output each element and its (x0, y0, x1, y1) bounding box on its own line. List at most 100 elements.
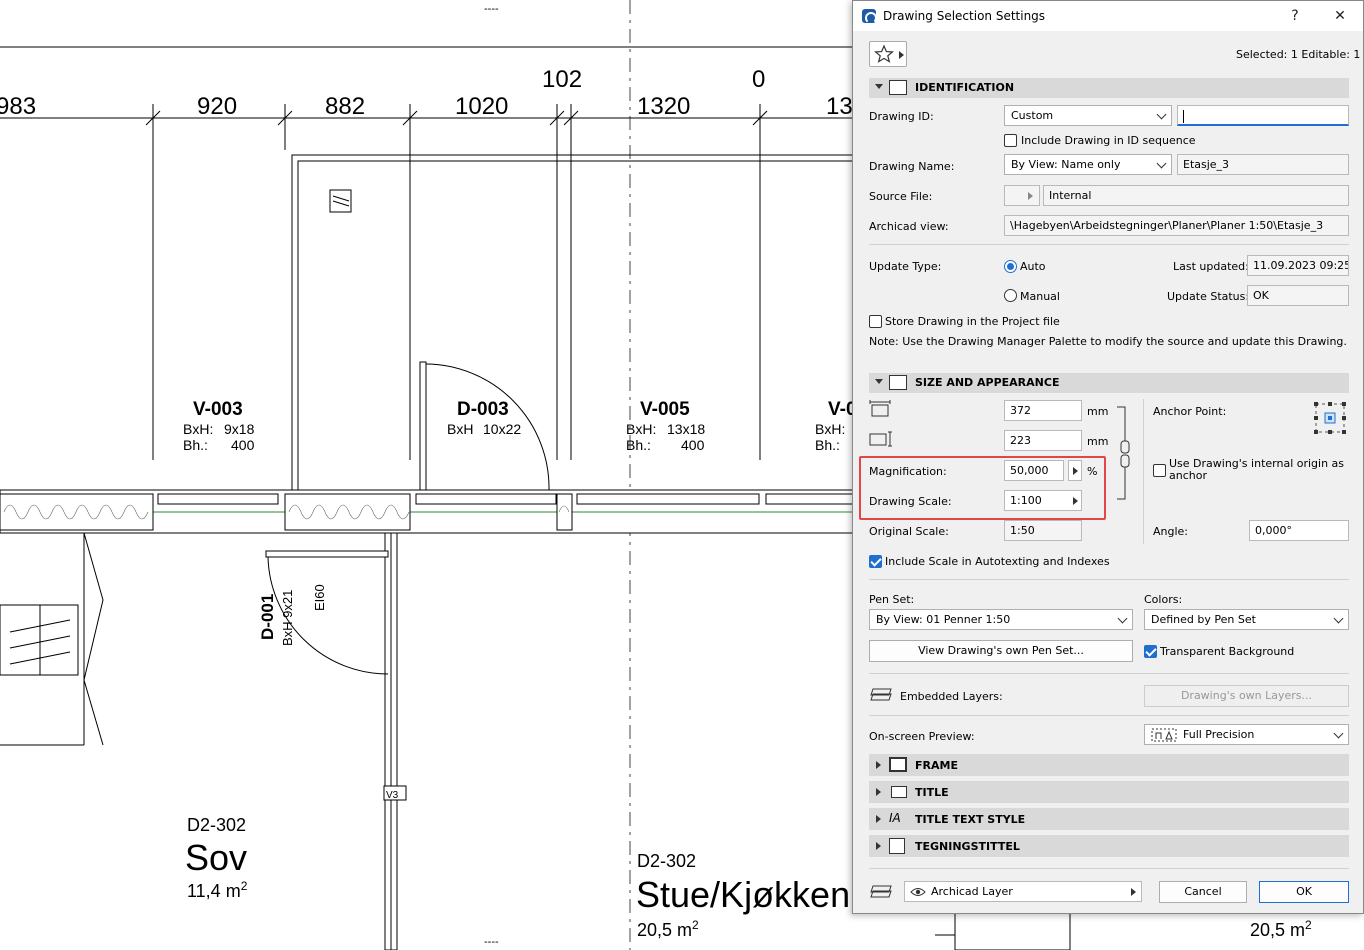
source-file-button[interactable] (1004, 185, 1040, 206)
expand-arrow-icon (876, 815, 881, 823)
onscreen-preview-value: Full Precision (1183, 728, 1255, 741)
update-manual-radio[interactable] (1004, 289, 1017, 302)
vertical-divider (1143, 399, 1144, 544)
archicad-app-icon (862, 9, 877, 24)
room-code-sov: D2-302 (187, 815, 246, 835)
include-scale-label: Include Scale in Autotexting and Indexes (885, 555, 1110, 568)
height-input[interactable]: 223 (1004, 430, 1082, 451)
include-scale-checkbox[interactable] (869, 555, 882, 568)
chevron-down-icon (1156, 109, 1167, 120)
door-d001-bxh: BxH 9x21 (280, 590, 295, 646)
favorites-arrow-icon (899, 51, 904, 59)
width-icon (869, 400, 891, 417)
door-label-d003: D-003 (457, 399, 509, 420)
window-v003-bh-label: Bh.: (183, 437, 208, 453)
window-v005-bxh: 13x18 (667, 421, 705, 437)
drawings-own-layers-button[interactable]: Drawing's own Layers... (1144, 685, 1349, 707)
width-unit: mm (1087, 405, 1109, 418)
help-button[interactable]: ? (1281, 4, 1309, 28)
frame-section-header[interactable]: FRAME (869, 754, 1349, 776)
svg-text:11,4 m2: 11,4 m2 (187, 879, 248, 901)
size-appearance-section-header[interactable]: SIZE AND APPEARANCE (869, 373, 1349, 393)
original-scale-field: 1:50 (1004, 520, 1082, 541)
room-name-sov: Sov (185, 837, 247, 878)
view-pen-set-button[interactable]: View Drawing's own Pen Set... (869, 640, 1133, 662)
drawing-id-mode-value: Custom (1011, 109, 1054, 122)
title-text-style-section-header[interactable]: IA TITLE TEXT STYLE (869, 808, 1349, 830)
expand-arrow-icon (876, 788, 881, 796)
layer-select[interactable]: Archicad Layer (904, 881, 1142, 902)
dimension-983: 983 (0, 93, 36, 120)
preview-icon (1151, 728, 1177, 742)
update-status-field: OK (1247, 285, 1349, 306)
close-button[interactable]: ✕ (1326, 4, 1354, 28)
drawing-manager-note: Note: Use the Drawing Manager Palette to… (869, 335, 1347, 348)
dimension-1320: 1320 (637, 93, 690, 120)
anchor-point-picker[interactable] (1313, 401, 1347, 435)
identification-section-header[interactable]: IDENTIFICATION (869, 78, 1349, 98)
title-section-header[interactable]: TITLE (869, 781, 1349, 803)
drawing-id-input[interactable] (1177, 105, 1349, 126)
drawing-name-mode-select[interactable]: By View: Name only (1004, 154, 1172, 175)
include-in-sequence-checkbox[interactable] (1004, 134, 1017, 147)
last-updated-label: Last updated: (1173, 260, 1249, 273)
dimension-920: 920 (197, 93, 237, 120)
room-name-stue: Stue/Kjøkken (636, 874, 850, 915)
room-area-right-sup: 2 (1305, 918, 1312, 932)
update-manual-label: Manual (1020, 290, 1060, 303)
chevron-down-icon (1156, 158, 1167, 169)
embedded-layers-label: Embedded Layers: (900, 690, 1003, 703)
window-v003-bh: 400 (231, 437, 255, 453)
favorites-button[interactable] (869, 41, 907, 67)
tegningstittel-section-header[interactable]: TEGNINGSTITTEL (869, 835, 1349, 857)
tegningstittel-title: TEGNINGSTITTEL (915, 840, 1020, 853)
room-area-right: 20,5 m (1250, 920, 1305, 940)
selection-count: Selected: 1 Editable: 1 (1236, 48, 1361, 61)
link-chain-icon[interactable] (1115, 405, 1133, 501)
door-d001-rating: EI60 (312, 584, 327, 611)
top-marker: ---- (484, 3, 499, 15)
layer-icon (870, 885, 892, 898)
store-drawing-checkbox[interactable] (869, 315, 882, 328)
separator (869, 868, 1349, 869)
chevron-down-icon (1333, 613, 1344, 624)
window-v005-bh: 400 (681, 437, 705, 453)
colors-value: Defined by Pen Set (1151, 613, 1256, 626)
drawing-id-label: Drawing ID: (869, 110, 934, 123)
onscreen-preview-select[interactable]: Full Precision (1144, 724, 1349, 745)
archicad-view-path: \Hagebyen\Arbeidstegninger\Planer\Planer… (1004, 215, 1349, 236)
dimension-13: 13 (826, 93, 853, 120)
angle-input[interactable]: 0,000° (1249, 520, 1349, 541)
width-input[interactable]: 372 (1004, 400, 1082, 421)
internal-origin-checkbox[interactable] (1153, 464, 1166, 477)
archicad-view-label: Archicad view: (869, 220, 949, 233)
separator (869, 715, 1349, 716)
cancel-button[interactable]: Cancel (1159, 881, 1247, 903)
title-text-style-title: TITLE TEXT STYLE (915, 813, 1026, 826)
title-bar[interactable]: Drawing Selection Settings ? ✕ (853, 1, 1363, 31)
window-v005-bxh-label: BxH: (626, 421, 656, 437)
transparent-background-checkbox[interactable] (1144, 645, 1157, 658)
window-v003-bxh: 9x18 (224, 421, 255, 437)
drawing-id-mode-select[interactable]: Custom (1004, 105, 1172, 126)
internal-origin-label: Use Drawing's internal origin as anchor (1169, 457, 1345, 482)
update-auto-radio[interactable] (1004, 260, 1017, 273)
drawing-name-field: Etasje_3 (1177, 154, 1349, 175)
ok-button[interactable]: OK (1259, 881, 1349, 903)
colors-select[interactable]: Defined by Pen Set (1144, 609, 1349, 630)
last-updated-field: 11.09.2023 09:25 (1247, 255, 1349, 276)
title-icon (891, 786, 907, 798)
pen-set-select[interactable]: By View: 01 Penner 1:50 (869, 609, 1133, 630)
separator (869, 244, 1349, 245)
room-area-stue: 20,5 m (637, 920, 692, 940)
dimension-1020: 1020 (455, 93, 508, 120)
height-unit: mm (1087, 435, 1109, 448)
dimension-102: 102 (542, 66, 582, 93)
door-label-d001: D-001 (258, 594, 277, 640)
size-appearance-icon (889, 375, 907, 390)
expand-arrow-icon (876, 842, 881, 850)
window-v003-bxh-label: BxH: (183, 421, 213, 437)
chevron-down-icon (1117, 613, 1128, 624)
angle-label: Angle: (1153, 525, 1189, 538)
source-file-label: Source File: (869, 190, 933, 203)
